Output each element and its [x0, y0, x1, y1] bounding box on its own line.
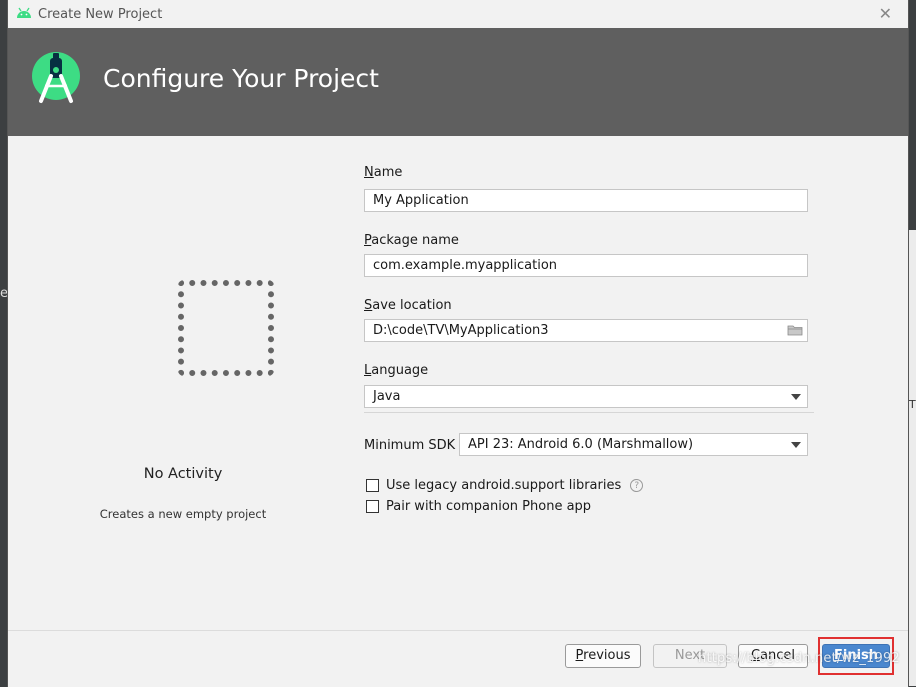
minimum-sdk-label: Minimum SDK: [364, 438, 456, 453]
package-name-input[interactable]: [364, 254, 808, 277]
help-icon[interactable]: ?: [630, 478, 644, 492]
chevron-down-icon: [791, 442, 801, 448]
divider: [364, 412, 814, 413]
header-banner: Configure Your Project: [8, 28, 908, 136]
project-form: Name Package name Save location D:\code\…: [364, 136, 814, 630]
legacy-support-label[interactable]: Use legacy android.support libraries: [386, 478, 621, 493]
android-icon: [17, 7, 31, 18]
folder-icon[interactable]: [787, 324, 803, 336]
template-placeholder-icon: [178, 280, 274, 376]
window-title: Create New Project: [38, 7, 163, 22]
language-dropdown[interactable]: Java: [364, 385, 808, 408]
background-text: T: [909, 398, 916, 411]
previous-button[interactable]: Previous: [565, 644, 641, 668]
companion-app-label[interactable]: Pair with companion Phone app: [386, 499, 591, 514]
save-location-label: Save location: [364, 298, 452, 313]
companion-app-checkbox[interactable]: [366, 499, 379, 513]
language-value: Java: [373, 389, 401, 404]
android-studio-logo-icon: [32, 52, 80, 103]
background-panel: [908, 230, 916, 686]
package-name-label: Package name: [364, 233, 459, 248]
minimum-sdk-value: API 23: Android 6.0 (Marshmallow): [468, 437, 694, 452]
close-icon[interactable]: ✕: [879, 4, 892, 23]
companion-app-row: Pair with companion Phone app: [366, 497, 591, 515]
template-preview: No Activity Creates a new empty project: [8, 136, 358, 630]
legacy-support-checkbox[interactable]: [366, 478, 379, 492]
legacy-support-row: Use legacy android.support libraries ?: [366, 476, 644, 494]
name-input[interactable]: [364, 189, 808, 212]
dialog-footer: Previous Next Cancel Finish https://blog…: [8, 630, 908, 687]
background-text: e: [0, 286, 8, 301]
create-project-dialog: Create New Project ✕ Configure Your Proj…: [8, 0, 908, 687]
minimum-sdk-dropdown[interactable]: API 23: Android 6.0 (Marshmallow): [459, 433, 808, 456]
save-location-field[interactable]: D:\code\TV\MyApplication3: [364, 319, 808, 342]
name-label: Name: [364, 165, 403, 180]
save-location-value: D:\code\TV\MyApplication3: [373, 323, 549, 338]
title-bar: Create New Project ✕: [8, 0, 908, 29]
watermark: https://blog.csdn.net/wz_1992: [698, 651, 900, 666]
language-label: Language: [364, 363, 429, 378]
template-description: Creates a new empty project: [99, 507, 267, 521]
page-title: Configure Your Project: [103, 64, 379, 93]
chevron-down-icon: [791, 394, 801, 400]
template-name: No Activity: [143, 466, 223, 482]
